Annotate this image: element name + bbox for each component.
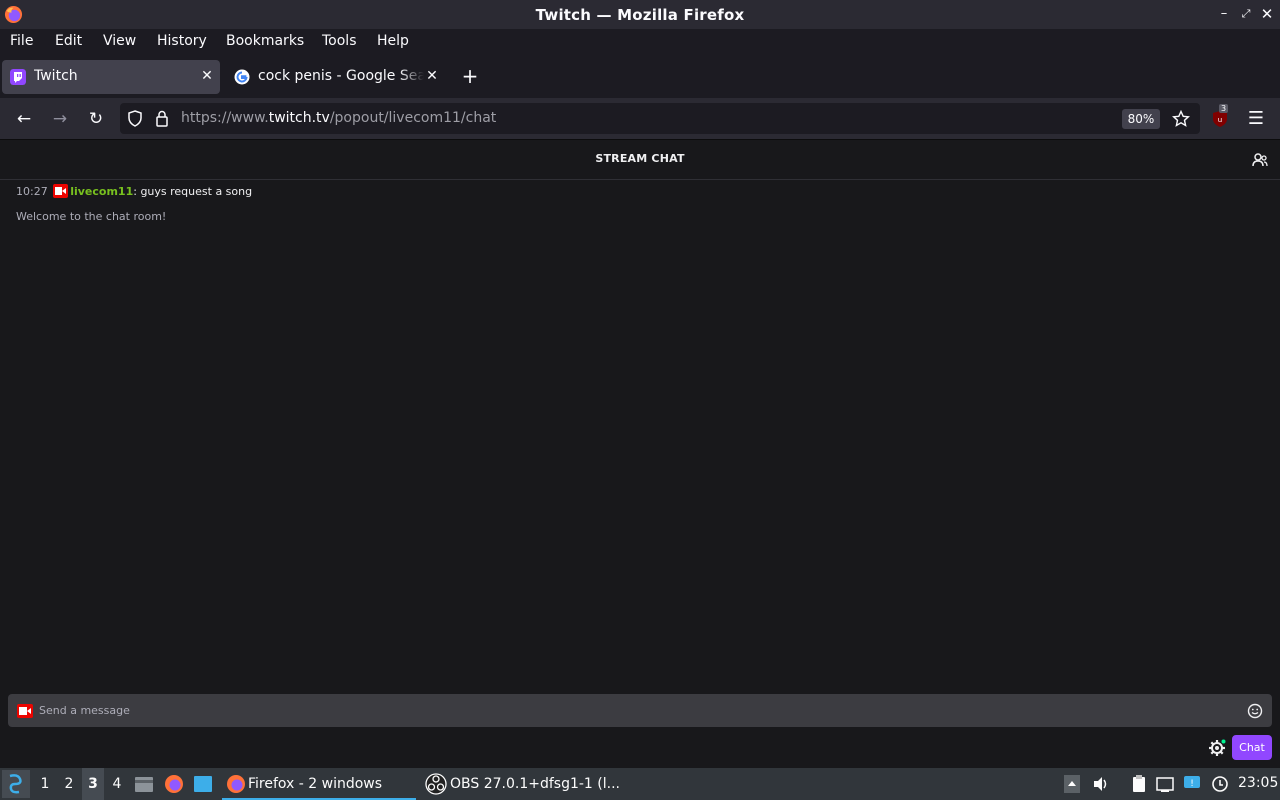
welcome-message: Welcome to the chat room!: [16, 210, 167, 223]
community-users-icon[interactable]: [1251, 151, 1269, 169]
taskbar-clock[interactable]: 23:05: [1238, 775, 1278, 791]
google-icon: [234, 69, 250, 85]
chat-input-container: [8, 694, 1272, 727]
broadcaster-badge-icon: [53, 184, 69, 198]
send-chat-button[interactable]: Chat: [1232, 735, 1272, 760]
close-tab-icon[interactable]: ✕: [197, 66, 217, 86]
tray-expand-icon[interactable]: [1064, 775, 1080, 793]
volume-icon[interactable]: [1092, 775, 1110, 793]
url-path: /popout/livecom11/chat: [329, 110, 497, 126]
chat-header-title: STREAM CHAT: [595, 152, 685, 165]
svg-text:!: !: [1190, 779, 1194, 789]
message-text: guys request a song: [140, 185, 253, 198]
task-firefox[interactable]: Firefox - 2 windows: [222, 768, 416, 800]
desktop-taskbar: 1 2 3 4 Firefox - 2 windows OBS 27.0.1+d…: [0, 768, 1280, 800]
menu-history[interactable]: History: [157, 33, 207, 49]
menu-tools[interactable]: Tools: [322, 33, 357, 49]
extension-badge: 3: [1219, 104, 1229, 113]
workspace-2[interactable]: 2: [58, 768, 80, 800]
tab-twitch[interactable]: Twitch ✕: [2, 60, 220, 94]
menu-view[interactable]: View: [103, 33, 136, 49]
workspace-4[interactable]: 4: [106, 768, 128, 800]
firefox-icon: [227, 775, 245, 793]
back-button[interactable]: ←: [11, 106, 37, 132]
updates-icon[interactable]: [1211, 775, 1229, 793]
chat-message: 10:27 livecom11: guys request a song: [16, 184, 252, 198]
file-manager-icon[interactable]: [134, 775, 154, 793]
shield-icon[interactable]: [127, 110, 143, 127]
tab-bar: Twitch ✕ cock penis - Google Search ✕ +: [0, 56, 1280, 98]
menu-bookmarks[interactable]: Bookmarks: [226, 33, 304, 49]
minimize-button[interactable]: –: [1216, 6, 1232, 22]
url-prefix: https://www.: [181, 110, 269, 126]
close-window-button[interactable]: ✕: [1259, 6, 1275, 22]
obs-icon: [425, 773, 447, 795]
url-text[interactable]: https://www.twitch.tv/popout/livecom11/c…: [181, 110, 496, 126]
window-titlebar: Twitch — Mozilla Firefox – ⤢ ✕: [0, 0, 1280, 29]
tab-label: cock penis - Google Search: [258, 68, 424, 84]
menu-file[interactable]: File: [10, 33, 33, 49]
workspace-1[interactable]: 1: [34, 768, 56, 800]
url-domain: twitch.tv: [268, 110, 330, 126]
menu-edit[interactable]: Edit: [55, 33, 82, 49]
window-title: Twitch — Mozilla Firefox: [535, 6, 745, 24]
maximize-button[interactable]: ⤢: [1238, 6, 1254, 22]
task-label: Firefox - 2 windows: [248, 776, 383, 792]
hamburger-menu-button[interactable]: ☰: [1243, 106, 1269, 132]
task-label: OBS 27.0.1+dfsg1-1 (l...: [450, 776, 620, 792]
twitch-chat-page: STREAM CHAT 10:27 livecom11: guys reques…: [0, 140, 1280, 768]
bookmark-star-icon[interactable]: [1172, 110, 1190, 128]
close-tab-icon[interactable]: ✕: [422, 66, 442, 86]
clipboard-icon[interactable]: [1130, 775, 1148, 793]
forward-button[interactable]: →: [47, 106, 73, 132]
tab-google-search[interactable]: cock penis - Google Search ✕: [226, 60, 446, 94]
notification-icon[interactable]: !: [1183, 775, 1201, 793]
chat-settings-gear-icon[interactable]: [1207, 738, 1227, 758]
url-bar[interactable]: https://www.twitch.tv/popout/livecom11/c…: [120, 103, 1200, 134]
firefox-launcher-icon[interactable]: [164, 774, 184, 794]
desktop-icon[interactable]: [193, 775, 213, 793]
tab-label: Twitch: [34, 68, 78, 84]
task-obs[interactable]: OBS 27.0.1+dfsg1-1 (l...: [422, 768, 622, 800]
zoom-indicator[interactable]: 80%: [1122, 109, 1160, 129]
lock-icon[interactable]: [155, 110, 169, 127]
menu-help[interactable]: Help: [377, 33, 409, 49]
network-icon[interactable]: [1156, 775, 1174, 793]
navigation-toolbar: ← → ↻ https://www.twitch.tv/popout/livec…: [0, 98, 1280, 140]
twitch-icon: [10, 69, 26, 85]
reload-button[interactable]: ↻: [83, 106, 109, 132]
message-timestamp: 10:27: [16, 185, 48, 198]
menu-bar: File Edit View History Bookmarks Tools H…: [0, 29, 1280, 56]
broadcaster-badge-icon[interactable]: [17, 704, 33, 718]
chat-header: STREAM CHAT: [0, 140, 1280, 180]
workspace-3[interactable]: 3: [82, 768, 104, 800]
chat-message-input[interactable]: [39, 694, 1239, 727]
message-username[interactable]: livecom11: [70, 185, 133, 198]
new-tab-button[interactable]: +: [459, 64, 481, 88]
emote-picker-icon[interactable]: [1247, 703, 1263, 719]
start-menu-icon[interactable]: [2, 770, 30, 798]
svg-text:u: u: [1218, 116, 1222, 124]
